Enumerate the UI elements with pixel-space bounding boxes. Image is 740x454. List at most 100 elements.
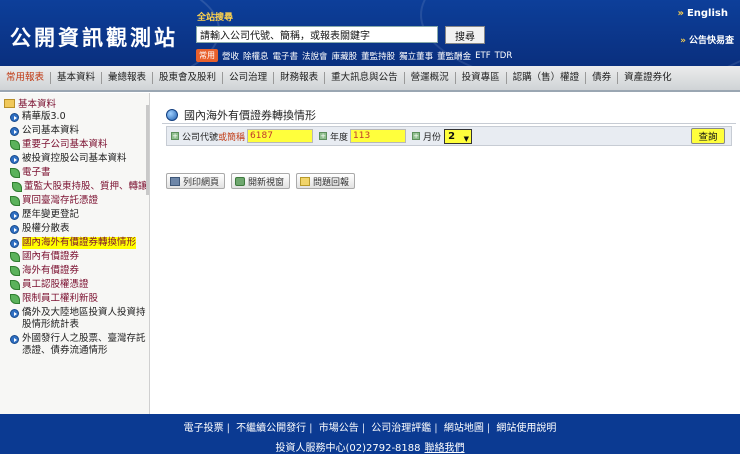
sidebar-item-label: 外國發行人之股票、臺灣存託憑證、債券流通情形	[22, 333, 146, 356]
sidebar-item-label: 限制員工權利新股	[22, 293, 99, 304]
sidebar-item-securities-conversion[interactable]: 國內海外有價證券轉換情形	[0, 236, 149, 250]
sidebar-item-company-profile[interactable]: 公司基本資料	[0, 124, 149, 138]
footer-link-governance-evaluation[interactable]: 公司治理評鑑	[368, 423, 434, 434]
quick-link-director-remuneration[interactable]: 董監酬金	[437, 50, 471, 62]
quick-link-dividend[interactable]: 除權息	[243, 50, 269, 62]
company-code-input[interactable]	[247, 129, 314, 143]
arrow-bullet-icon	[10, 225, 19, 234]
sidebar-item-foreign-investors[interactable]: 僑外及大陸地區投資人投資持股情形統計表	[0, 306, 149, 332]
nav-shareholders-dividends[interactable]: 股東會及股利	[153, 72, 224, 84]
search-input[interactable]	[196, 26, 438, 43]
nav-financial-statements[interactable]: 財務報表	[274, 72, 326, 84]
print-button[interactable]: 列印網頁	[166, 173, 226, 189]
sidebar-root-label: 基本資料	[18, 99, 57, 110]
leaf-icon	[10, 294, 20, 304]
quick-link-etf[interactable]: ETF	[475, 51, 490, 61]
page-title-row: 國內海外有價證券轉換情形	[166, 107, 316, 123]
sidebar-item-holding-company[interactable]: 被投資控股公司基本資料	[0, 152, 149, 166]
sidebar-root[interactable]: 基本資料	[0, 93, 149, 110]
sidebar-item-label: 買回臺灣存託憑證	[22, 195, 99, 206]
leaf-icon	[10, 140, 20, 150]
leaf-icon	[10, 252, 20, 262]
search-button[interactable]: 搜尋	[445, 26, 485, 44]
double-arrow-icon: »	[677, 8, 684, 19]
sidebar-item-restricted-stock[interactable]: 限制員工權利新股	[0, 292, 149, 306]
query-button[interactable]: 查詢	[691, 128, 725, 144]
quick-link-independent-directors[interactable]: 獨立董事	[399, 50, 433, 62]
quick-news-label: 公告快易查	[688, 36, 734, 46]
sidebar-item-highlights[interactable]: 精華版3.0	[0, 110, 149, 124]
field-marker-icon: +	[412, 132, 421, 140]
arrow-bullet-icon	[10, 335, 19, 344]
quick-link-treasury-stock[interactable]: 庫藏股	[332, 50, 358, 62]
footer-link-sitemap[interactable]: 網站地圖	[441, 423, 487, 434]
footer-link-usage-guide[interactable]: 網站使用說明	[493, 423, 559, 434]
quick-link-director-holdings[interactable]: 董監持股	[361, 50, 395, 62]
footer-link-discontinue-public[interactable]: 不繼續公開發行	[233, 423, 309, 434]
nav-material-info[interactable]: 重大訊息與公告	[325, 72, 405, 84]
sidebar-item-label: 員工認股權憑證	[22, 279, 89, 290]
leaf-icon	[12, 182, 22, 192]
sidebar-item-label: 重要子公司基本資料	[22, 139, 108, 150]
quick-link-tdr[interactable]: TDR	[495, 51, 513, 61]
quick-link-investor-conference[interactable]: 法說會	[302, 50, 328, 62]
site-logo[interactable]: 公開資訊觀測站	[10, 22, 178, 52]
company-code-label-text: 公司代號	[182, 132, 219, 143]
nav-operations[interactable]: 營運概況	[405, 72, 456, 84]
nav-bonds[interactable]: 債券	[586, 72, 619, 84]
leaf-icon	[10, 168, 20, 178]
separator: |	[309, 423, 313, 434]
feedback-button[interactable]: 問題回報	[296, 173, 356, 189]
sidebar-item-label: 僑外及大陸地區投資人投資持股情形統計表	[22, 307, 146, 330]
sidebar-item-ebook[interactable]: 電子書	[0, 166, 149, 180]
footer-links: 電子投票 | 不繼續公開發行 | 市場公告 | 公司治理評鑑 | 網站地圖 | 網站使用說…	[0, 419, 740, 434]
sidebar-item-label: 電子書	[22, 167, 51, 178]
site-header: 公開資訊觀測站 全站搜尋 搜尋 常用 營收 除權息 電子書 法說會 庫藏股 董監…	[0, 0, 740, 66]
contact-us-link[interactable]: 聯絡我們	[425, 443, 465, 454]
quick-link-revenue[interactable]: 營收	[222, 50, 239, 62]
sidebar-item-label: 國內海外有價證券轉換情形	[22, 237, 137, 249]
month-select[interactable]: 2 ▼	[444, 128, 473, 144]
arrow-bullet-icon	[10, 309, 19, 318]
divider	[162, 123, 736, 124]
nav-corporate-governance[interactable]: 公司治理	[223, 72, 275, 84]
nav-securitization[interactable]: 資產證券化	[618, 72, 678, 84]
sidebar-item-domestic-securities[interactable]: 國內有價證券	[0, 250, 149, 264]
company-code-label-or: 或簡稱	[218, 132, 246, 143]
nav-warrants[interactable]: 認購（售）權證	[507, 72, 587, 84]
year-input[interactable]	[350, 129, 407, 143]
sidebar-scrollbar[interactable]	[146, 105, 149, 195]
leaf-icon	[10, 196, 20, 206]
new-window-button[interactable]: 開新視窗	[231, 173, 291, 189]
quick-news-link[interactable]: » 公告快易查	[680, 33, 734, 46]
english-link[interactable]: » English	[677, 8, 728, 19]
arrow-bullet-icon	[10, 127, 19, 136]
sidebar-item-employee-warrants[interactable]: 員工認股權憑證	[0, 278, 149, 292]
sidebar-item-label: 精華版3.0	[22, 111, 66, 122]
nav-common-reports[interactable]: 常用報表	[0, 72, 52, 84]
sidebar-item-director-holdings[interactable]: 董監大股東持股、質押、轉讓	[0, 180, 149, 194]
company-code-label: 公司代號或簡稱	[182, 130, 245, 143]
sidebar-item-foreign-issuers[interactable]: 外國發行人之股票、臺灣存託憑證、債券流通情形	[0, 332, 149, 358]
sidebar-item-overseas-securities[interactable]: 海外有價證券	[0, 264, 149, 278]
sidebar-item-tdr-buyback[interactable]: 買回臺灣存託憑證	[0, 194, 149, 208]
month-label: 月份	[423, 132, 442, 143]
quick-link-ebook[interactable]: 電子書	[273, 50, 299, 62]
query-form: + 公司代號或簡稱 + 年度 + 月份 2▼ 查詢	[166, 126, 732, 146]
nav-investment[interactable]: 投資專區	[456, 72, 507, 84]
nav-basic-info[interactable]: 基本資料	[51, 72, 103, 84]
leaf-icon	[10, 280, 20, 290]
printer-icon	[170, 176, 180, 186]
field-marker-icon: +	[171, 132, 179, 140]
folder-icon	[4, 98, 15, 108]
sidebar-item-subsidiaries[interactable]: 重要子公司基本資料	[0, 138, 149, 152]
nav-summary-reports[interactable]: 彙總報表	[102, 72, 154, 84]
sidebar-item-shareholding-distribution[interactable]: 股權分散表	[0, 222, 149, 236]
footer-link-e-voting[interactable]: 電子投票	[181, 423, 227, 434]
field-marker-icon: +	[319, 132, 328, 140]
new-window-icon	[235, 176, 246, 186]
separator: |	[361, 423, 366, 434]
toolbar: 列印網頁 開新視窗 問題回報	[166, 173, 356, 189]
footer-link-market-announcements[interactable]: 市場公告	[316, 423, 362, 434]
sidebar-item-registration-history[interactable]: 歷年變更登記	[0, 208, 149, 222]
